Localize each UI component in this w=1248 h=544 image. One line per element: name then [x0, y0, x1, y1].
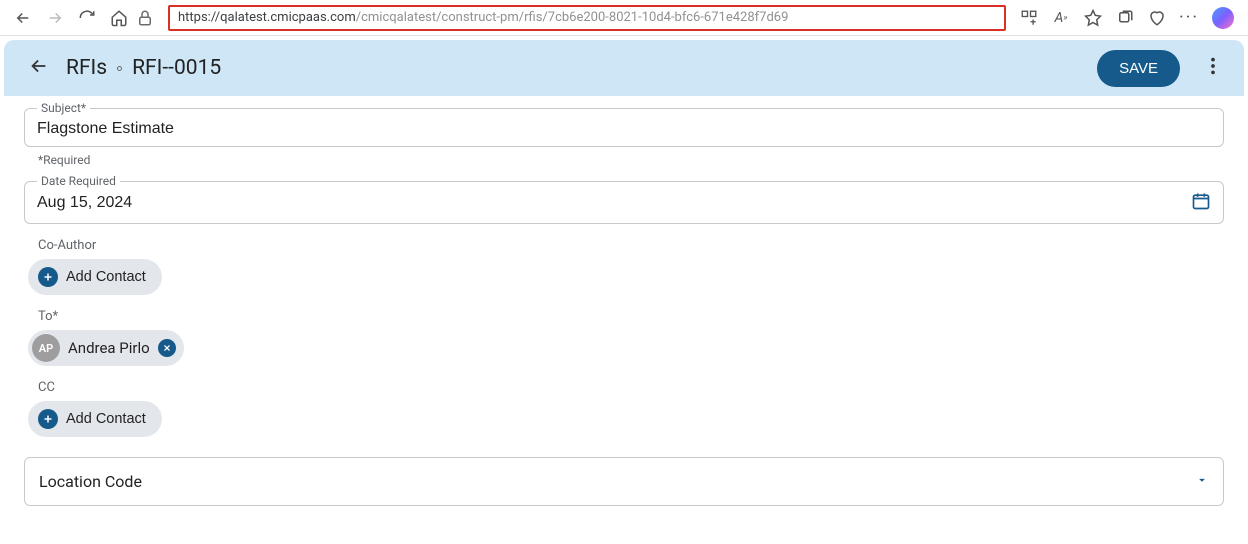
avatar: AP [32, 334, 60, 362]
date-required-label: Date Required [37, 174, 120, 188]
chevron-down-icon [1195, 472, 1209, 491]
health-icon[interactable] [1148, 9, 1166, 27]
browser-back-icon[interactable] [14, 9, 32, 27]
cc-label: CC [38, 380, 1224, 395]
subject-field-wrap: Subject* [24, 108, 1224, 147]
subject-help: *Required [38, 153, 1224, 167]
remove-contact-icon[interactable] [158, 339, 176, 357]
subject-label: Subject* [37, 101, 90, 115]
app-launcher-icon[interactable] [1020, 9, 1038, 27]
add-co-author-button[interactable]: Add Contact [28, 259, 162, 295]
calendar-icon[interactable] [1191, 191, 1211, 215]
copilot-icon[interactable] [1212, 7, 1234, 29]
save-button[interactable]: SAVE [1097, 50, 1180, 87]
page-header: RFIs RFI--0015 SAVE [4, 40, 1244, 96]
to-contact-chip[interactable]: AP Andrea Pirlo [28, 330, 184, 366]
more-icon[interactable]: ··· [1180, 9, 1198, 27]
contact-name: Andrea Pirlo [68, 339, 150, 357]
url-path: /cmicqalatest/construct-pm/rfis/7cb6e200… [356, 10, 789, 25]
url-host: https://qalatest.cmicpaas.com [178, 10, 356, 25]
breadcrumb-separator-icon [117, 66, 122, 71]
add-co-author-label: Add Contact [66, 269, 146, 285]
subject-input[interactable] [37, 120, 1211, 138]
form-body: Subject* *Required Date Required Co-Auth… [4, 96, 1244, 506]
plus-icon [38, 409, 58, 429]
collections-icon[interactable] [1116, 9, 1134, 27]
date-required-input[interactable] [37, 194, 1191, 212]
read-aloud-icon[interactable]: A» [1052, 9, 1070, 27]
more-actions-button[interactable] [1202, 55, 1224, 81]
plus-icon [38, 267, 58, 287]
back-button[interactable] [28, 55, 50, 81]
breadcrumb-current: RFI--0015 [132, 56, 221, 80]
add-cc-label: Add Contact [66, 411, 146, 427]
lock-icon[interactable] [136, 9, 154, 27]
favorite-icon[interactable] [1084, 9, 1102, 27]
to-label: To* [38, 309, 1224, 324]
browser-refresh-icon[interactable] [78, 9, 96, 27]
breadcrumb: RFIs RFI--0015 [66, 56, 221, 80]
location-code-placeholder: Location Code [39, 472, 1195, 491]
browser-forward-icon [46, 9, 64, 27]
date-required-field-wrap: Date Required [24, 181, 1224, 224]
address-bar[interactable]: https://qalatest.cmicpaas.com/cmicqalate… [168, 5, 1006, 31]
location-code-select[interactable]: Location Code [24, 457, 1224, 506]
co-author-label: Co-Author [38, 238, 1224, 253]
add-cc-button[interactable]: Add Contact [28, 401, 162, 437]
breadcrumb-root[interactable]: RFIs [66, 56, 107, 80]
browser-home-icon[interactable] [110, 9, 128, 27]
browser-toolbar: https://qalatest.cmicpaas.com/cmicqalate… [0, 0, 1248, 36]
